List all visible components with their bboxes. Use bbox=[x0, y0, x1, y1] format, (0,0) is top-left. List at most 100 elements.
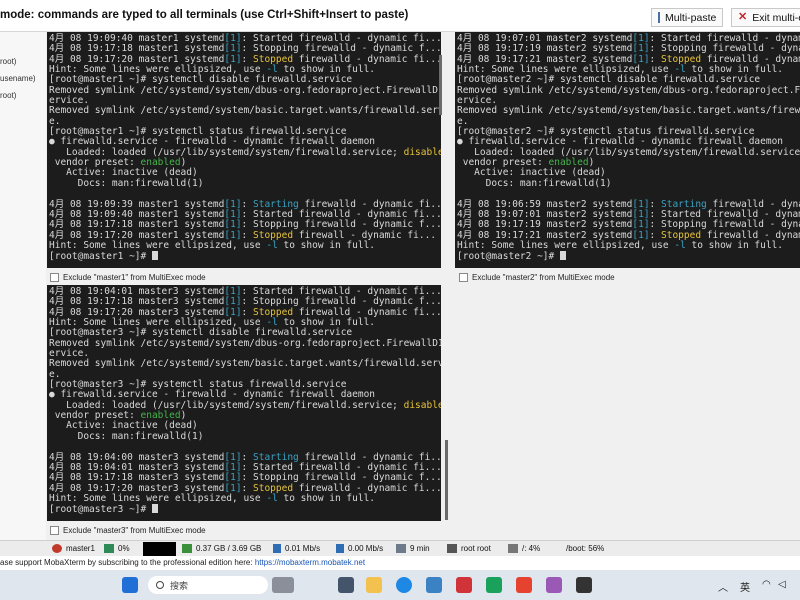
terminal-text: : Started firewalld - dynamic fi... bbox=[241, 286, 441, 297]
terminal-text: : bbox=[241, 53, 253, 65]
terminal-text: ervice. bbox=[457, 95, 498, 107]
terminal-line: Removed symlink /etc/systemd/system/dbus… bbox=[49, 85, 441, 96]
terminal-text: [root@master2 ~]# systemctl disable fire… bbox=[457, 74, 761, 86]
terminal-text: Hint: Some lines were ellipsized, use bbox=[49, 64, 267, 76]
terminal-text: [1] bbox=[224, 482, 242, 494]
close-icon: ✕ bbox=[738, 11, 748, 23]
terminal-text: Removed symlink /etc/systemd/system/basi… bbox=[49, 105, 441, 117]
terminal-text: Stopped bbox=[253, 53, 294, 65]
store-icon[interactable] bbox=[426, 577, 442, 593]
mobaxterm-link[interactable]: https://mobaxterm.mobatek.net bbox=[255, 558, 365, 567]
exclude-master1-option[interactable]: Exclude "master1" from MultiExec mode bbox=[50, 273, 206, 282]
terminal-text: [1] bbox=[224, 33, 242, 44]
terminal-text: ● firewalld.service - firewalld - dynami… bbox=[49, 389, 376, 401]
terminal-text: : bbox=[241, 451, 253, 463]
terminal-text: [1] bbox=[224, 306, 242, 318]
terminal-text: -l bbox=[266, 492, 278, 504]
terminal-text: ) bbox=[180, 157, 187, 169]
terminal-text: : bbox=[241, 229, 253, 241]
exit-multiexec-label: Exit multi-exe bbox=[752, 11, 800, 24]
session-item[interactable]: root) bbox=[0, 91, 16, 100]
taskbar-search[interactable]: 搜索 bbox=[148, 576, 268, 594]
terminal-text: [1] bbox=[632, 53, 650, 65]
terminal-text: Loaded: loaded (/usr/lib/systemd/system/… bbox=[49, 399, 404, 411]
status-boot-disk: /boot: 56% bbox=[566, 544, 605, 553]
status-cpu: 0% bbox=[104, 544, 130, 553]
terminal-text: 4月 08 19:09:40 master1 systemd bbox=[49, 33, 225, 44]
user-icon bbox=[447, 544, 457, 553]
terminal-text: to show in full. bbox=[277, 64, 376, 76]
cpu-icon bbox=[104, 544, 114, 553]
terminal-text: Removed symlink /etc/systemd/system/basi… bbox=[49, 358, 441, 370]
app-icon[interactable] bbox=[486, 577, 502, 593]
file-explorer-icon[interactable] bbox=[366, 577, 382, 593]
terminal-text: [1] bbox=[632, 229, 650, 241]
terminal-text: 4月 08 19:06:59 master2 systemd bbox=[457, 198, 633, 210]
start-icon[interactable] bbox=[122, 577, 138, 593]
terminal-cursor bbox=[559, 251, 566, 261]
session-item[interactable]: root) bbox=[0, 57, 16, 66]
ime-indicator[interactable]: 英 bbox=[740, 579, 750, 594]
subscription-notice: ase support MobaXterm by subscribing to … bbox=[0, 556, 800, 570]
volume-icon[interactable]: ◁ bbox=[778, 579, 786, 590]
terminal-text: 4月 08 19:17:18 master3 systemd bbox=[49, 296, 225, 308]
terminal-text: disabled bbox=[403, 146, 441, 158]
terminal-text: : Stopping firewalld - dynamic f... bbox=[241, 219, 441, 231]
terminal-text: [1] bbox=[224, 198, 242, 210]
terminal-line: Docs: man:firewalld(1) bbox=[49, 431, 441, 442]
app-icon[interactable] bbox=[546, 577, 562, 593]
exclude-master3-option[interactable]: Exclude "master3" from MultiExec mode bbox=[50, 526, 206, 535]
mobaxterm-taskbar-icon[interactable] bbox=[576, 577, 592, 593]
terminal-text: Starting bbox=[253, 451, 299, 463]
terminal-text: Active: inactive (dead) bbox=[49, 420, 198, 432]
clock-icon bbox=[396, 544, 406, 553]
terminal-text: [root@master3 ~]# systemctl status firew… bbox=[49, 379, 347, 391]
terminal-text: : Stopping firewalld - dynamic f... bbox=[241, 43, 441, 55]
terminal-text: Hint: Some lines were ellipsized, use bbox=[49, 317, 267, 329]
terminal-text: [root@master2 ~]# systemctl status firew… bbox=[457, 126, 755, 138]
terminal-text: Active: inactive (dead) bbox=[457, 167, 606, 179]
wps-icon[interactable] bbox=[516, 577, 532, 593]
terminal-master3[interactable]: 4月 08 19:04:01 master3 systemd[1]: Start… bbox=[47, 285, 441, 521]
terminal-text: [1] bbox=[224, 451, 242, 463]
terminal-master2[interactable]: 4月 08 19:07:01 master2 systemd[1]: Start… bbox=[455, 32, 800, 268]
terminal-text: 4月 08 19:17:18 master3 systemd bbox=[49, 472, 225, 484]
app-icon[interactable] bbox=[456, 577, 472, 593]
terminal-text: Removed symlink /etc/systemd/system/dbus… bbox=[457, 84, 800, 96]
terminal-text: e. bbox=[49, 115, 61, 127]
exit-multiexec-button[interactable]: ✕ Exit multi-exe bbox=[731, 8, 800, 27]
terminal-text: [root@master3 ~]# systemctl disable fire… bbox=[49, 327, 353, 339]
task-view-icon[interactable] bbox=[338, 577, 354, 593]
terminal-text: enabled bbox=[140, 157, 181, 169]
multi-paste-button[interactable]: Multi-paste bbox=[651, 8, 723, 27]
wifi-icon[interactable]: ◠ bbox=[762, 579, 771, 590]
terminal-text: ● firewalld.service - firewalld - dynami… bbox=[49, 136, 376, 148]
terminal-text: enabled bbox=[140, 410, 181, 422]
terminal-text: ) bbox=[588, 157, 595, 169]
exclude-master1-checkbox[interactable] bbox=[50, 273, 59, 282]
terminal-scrollbar[interactable] bbox=[439, 55, 442, 115]
terminal-text: 4月 08 19:09:39 master1 systemd bbox=[49, 198, 225, 210]
exclude-master3-checkbox[interactable] bbox=[50, 526, 59, 535]
exclude-master2-checkbox[interactable] bbox=[459, 273, 468, 282]
download-arrow-icon bbox=[336, 544, 344, 553]
terminal-text: firewalld - dynami bbox=[701, 229, 800, 241]
session-item[interactable]: usename) bbox=[0, 74, 36, 83]
terminal-text: firewalld - dynami bbox=[701, 53, 800, 65]
exclude-master2-option[interactable]: Exclude "master2" from MultiExec mode bbox=[459, 273, 615, 282]
edge-icon[interactable] bbox=[396, 577, 412, 593]
terminal-text: firewalld - dynamic fi... bbox=[293, 306, 441, 318]
terminal-text: ervice. bbox=[49, 348, 90, 360]
terminal-line: [root@master2 ~]# bbox=[457, 251, 800, 262]
terminal-text: Stopped bbox=[661, 53, 702, 65]
status-host: master1 bbox=[52, 544, 95, 553]
terminal-text: : bbox=[649, 229, 661, 241]
terminal-scrollbar[interactable] bbox=[445, 440, 448, 520]
terminal-text: vendor preset: bbox=[49, 157, 141, 169]
terminal-master1[interactable]: 4月 08 19:09:40 master1 systemd[1]: Start… bbox=[47, 32, 441, 268]
weather-icon[interactable] bbox=[272, 577, 294, 593]
tray-chevron-icon[interactable]: ︿ bbox=[718, 579, 728, 594]
terminal-line: Removed symlink /etc/systemd/system/dbus… bbox=[457, 84, 800, 96]
terminal-text: 4月 08 19:04:00 master3 systemd bbox=[49, 451, 225, 463]
terminal-text: 4月 08 19:04:01 master3 systemd bbox=[49, 286, 225, 297]
